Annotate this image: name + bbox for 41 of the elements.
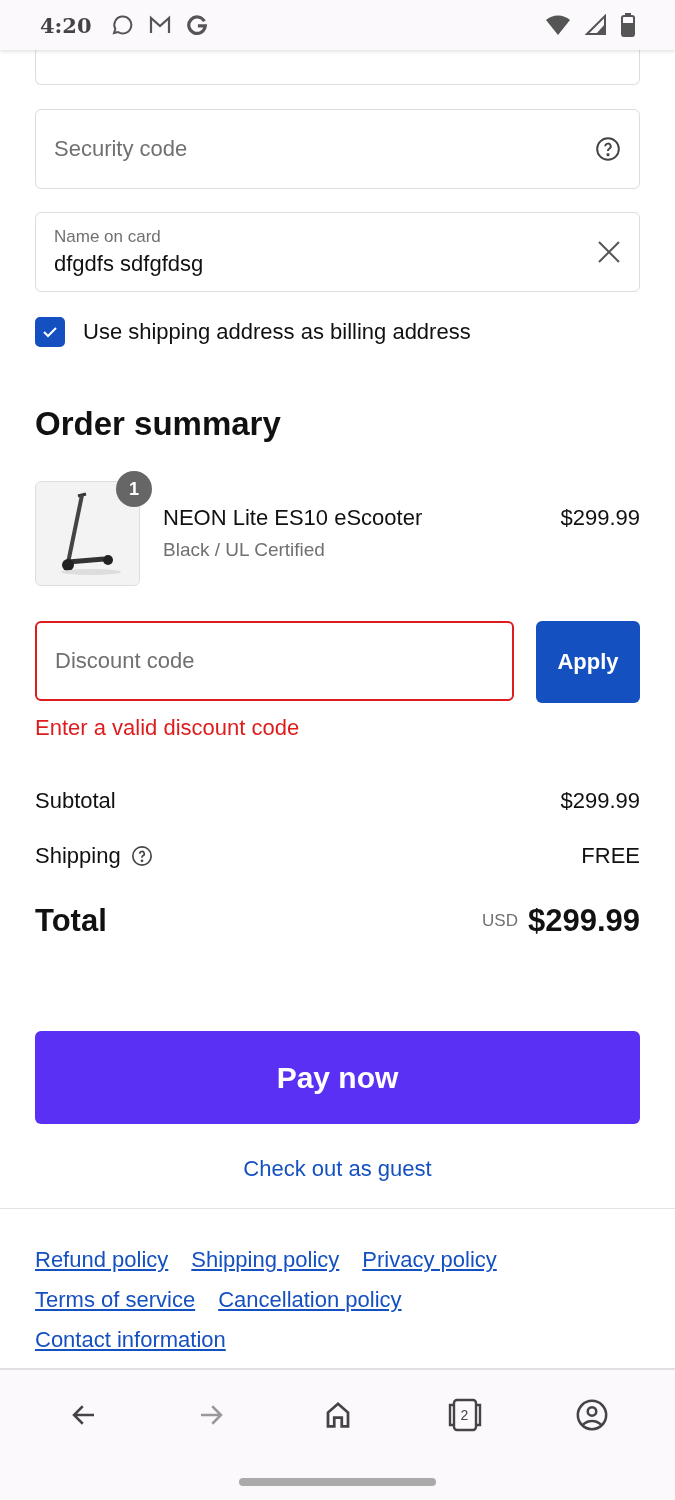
security-code-field[interactable]: Security code	[35, 109, 640, 189]
policy-link[interactable]: Terms of service	[35, 1287, 196, 1313]
product-price: $299.99	[560, 504, 640, 531]
summary-value: $299.99	[560, 788, 640, 814]
expiration-date-field[interactable]	[35, 50, 640, 85]
field-label: Name on card	[54, 227, 162, 247]
total-label: Total	[35, 903, 107, 939]
close-icon[interactable]	[597, 240, 621, 264]
policy-link[interactable]: Cancellation policy	[218, 1287, 402, 1313]
help-icon[interactable]	[595, 136, 621, 162]
checkbox[interactable]	[35, 317, 65, 347]
name-on-card-field[interactable]: Name on card dfgdfs sdfgfdsg	[35, 212, 640, 292]
apply-button[interactable]: Apply	[536, 621, 640, 703]
policy-link[interactable]: Shipping policy	[191, 1247, 340, 1273]
section-heading: Order summary	[35, 405, 282, 443]
product-name: NEON Lite ES10 eScooter	[163, 505, 424, 531]
pay-now-button[interactable]: Pay now	[35, 1031, 640, 1124]
total-amount: $299.99	[527, 903, 640, 939]
mail-icon	[147, 14, 172, 36]
guest-checkout-link[interactable]: Check out as guest	[243, 1156, 432, 1182]
help-icon[interactable]	[130, 845, 153, 867]
summary-value: FREE	[581, 843, 640, 869]
error-message: Enter a valid discount code	[35, 715, 301, 741]
tabs-button[interactable]: 2	[434, 1385, 495, 1445]
wifi-icon	[545, 14, 571, 36]
battery-icon	[621, 13, 635, 37]
summary-label: Shipping	[35, 843, 121, 869]
status-time: 4:20	[40, 12, 92, 38]
field-value: dfgdfs sdfgfdsg	[54, 251, 205, 277]
currency-label: USD	[482, 911, 518, 931]
g-letter-icon	[185, 14, 208, 36]
policy-link[interactable]: Contact information	[35, 1327, 226, 1353]
person-circle-icon	[574, 1398, 609, 1432]
discount-code-field[interactable]: Discount code	[35, 621, 514, 701]
policy-link[interactable]: Privacy policy	[362, 1247, 497, 1273]
policy-link[interactable]: Refund policy	[35, 1247, 169, 1273]
checkbox-label: Use shipping address as billing address	[83, 319, 471, 345]
quantity-badge: 1	[116, 471, 152, 507]
summary-label: Subtotal	[35, 788, 116, 814]
signal-icon	[585, 14, 607, 36]
product-variant: Black / UL Certified	[163, 539, 326, 561]
